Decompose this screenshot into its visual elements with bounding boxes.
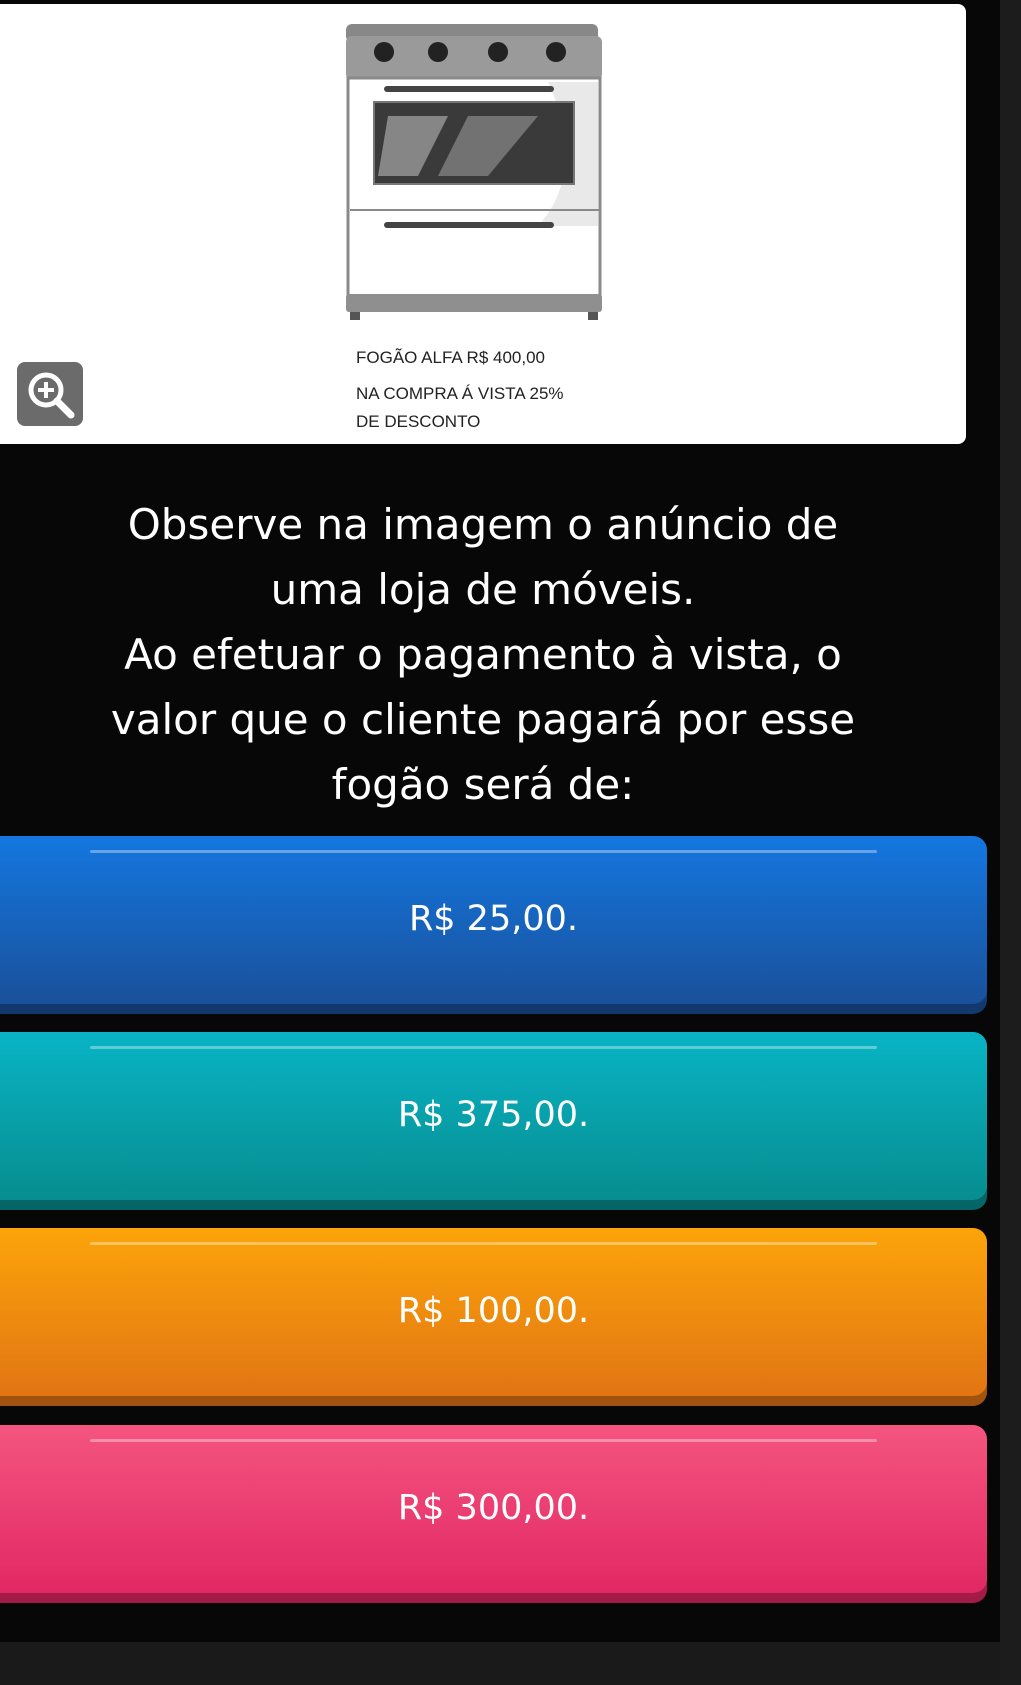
answer-label: R$ 300,00. xyxy=(397,1488,590,1528)
question-line: Observe na imagem o anúncio de xyxy=(127,500,839,549)
question-line: uma loja de móveis. xyxy=(270,565,696,614)
question-line: fogão será de: xyxy=(331,760,635,809)
ad-product-price: FOGÃO ALFA R$ 400,00 xyxy=(356,348,545,367)
answer-button-4[interactable]: R$ 300,00. xyxy=(0,1425,987,1603)
question-text: Observe na imagem o anúncio de uma loja … xyxy=(0,492,966,817)
zoom-button[interactable] xyxy=(17,362,83,426)
question-image: FOGÃO ALFA R$ 400,00 NA COMPRA Á VISTA 2… xyxy=(0,4,966,444)
answer-label: R$ 100,00. xyxy=(397,1291,590,1331)
stove-illustration xyxy=(346,24,602,320)
zoom-in-icon xyxy=(28,372,75,419)
answer-button-3[interactable]: R$ 100,00. xyxy=(0,1228,987,1406)
question-line: valor que o cliente pagará por esse xyxy=(110,695,856,744)
bottom-bar xyxy=(0,1642,1000,1685)
answer-button-1[interactable]: R$ 25,00. xyxy=(0,836,987,1014)
ad-discount-line2: DE DESCONTO xyxy=(356,412,481,431)
question-line: Ao efetuar o pagamento à vista, o xyxy=(124,630,842,679)
scrollbar-track[interactable] xyxy=(1000,0,1021,1685)
answer-label: R$ 375,00. xyxy=(397,1095,590,1135)
answer-label: R$ 25,00. xyxy=(408,899,579,939)
ad-discount-line1: NA COMPRA Á VISTA 25% xyxy=(356,384,564,403)
answer-button-2[interactable]: R$ 375,00. xyxy=(0,1032,987,1210)
